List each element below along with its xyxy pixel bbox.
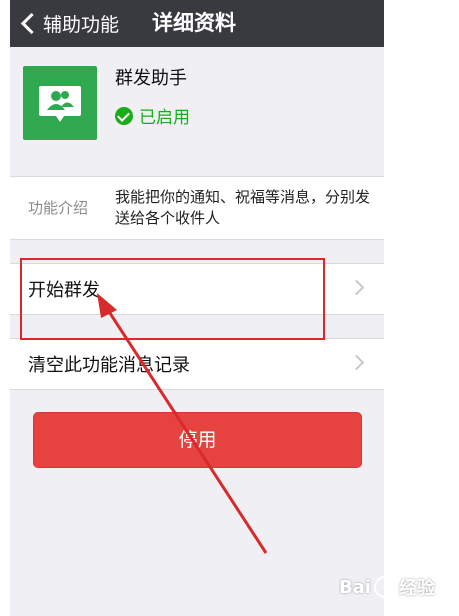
highlight-box (20, 258, 325, 340)
intro-label: 功能介绍 (28, 199, 89, 217)
chevron-left-icon (20, 12, 43, 35)
app-name: 群发助手 (115, 68, 187, 89)
status-text: 已启用 (139, 108, 190, 128)
group-chat-icon (23, 66, 97, 140)
right-margin (384, 0, 459, 616)
paw-icon (374, 576, 396, 598)
chevron-right-icon (348, 279, 365, 296)
navigation-bar: 辅助功能 详细资料 (10, 0, 384, 47)
watermark: Bai 经验 (339, 574, 435, 600)
back-button[interactable]: 辅助功能 (18, 0, 119, 47)
status-indicator: 已启用 (115, 103, 190, 128)
disable-button[interactable]: 停用 (33, 412, 362, 468)
clear-history-row[interactable]: 清空此功能消息记录 (10, 338, 384, 390)
intro-section: 功能介绍 我能把你的通知、祝福等消息，分别发送给各个收件人 (10, 176, 384, 240)
page-title: 详细资料 (152, 11, 236, 35)
check-circle-icon (115, 106, 133, 125)
app-header: 群发助手 已启用 (10, 47, 384, 161)
watermark-left: Bai (338, 576, 371, 598)
watermark-right: 经验 (399, 578, 435, 599)
clear-history-label: 清空此功能消息记录 (28, 355, 190, 376)
back-label: 辅助功能 (43, 14, 120, 36)
intro-text: 我能把你的通知、祝福等消息，分别发送给各个收件人 (115, 188, 371, 227)
chevron-right-icon (348, 354, 365, 371)
